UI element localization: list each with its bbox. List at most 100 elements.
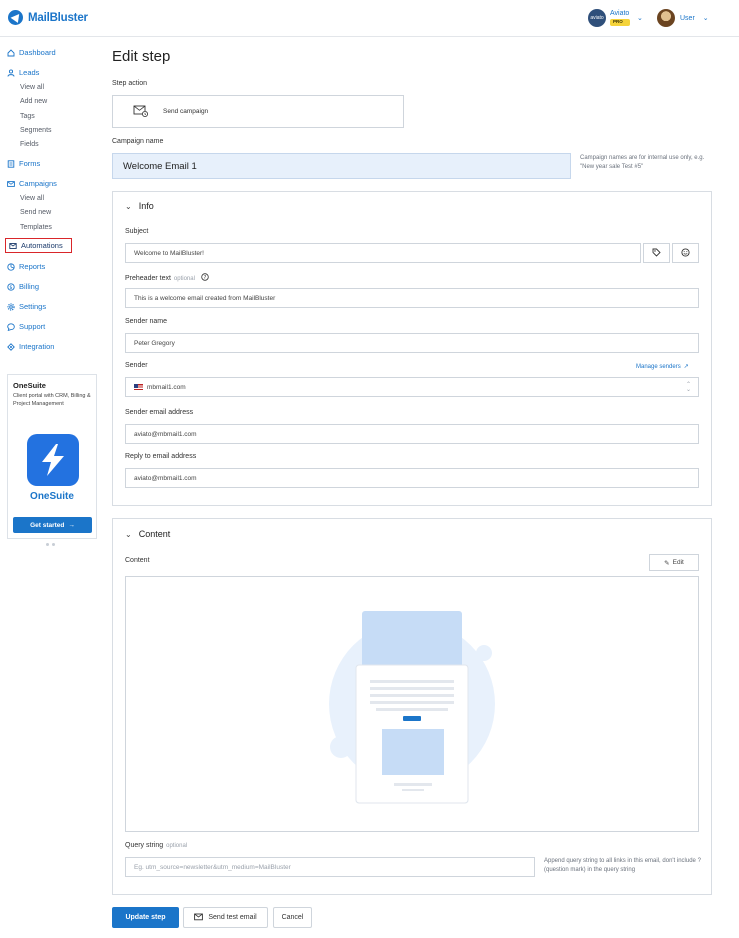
sidebar-item-forms[interactable]: Forms xyxy=(7,159,40,168)
account-switcher[interactable]: aviato Aviato PRO ⌄ xyxy=(588,9,643,27)
automation-icon xyxy=(9,242,17,250)
sidebar-subitem-templates[interactable]: Templates xyxy=(20,224,52,231)
preheader-label: Preheader text optional ? xyxy=(125,273,209,283)
page-title: Edit step xyxy=(112,48,171,65)
content-panel-header[interactable]: ⌄ Content xyxy=(125,529,170,539)
sidebar-item-dashboard[interactable]: Dashboard xyxy=(7,48,56,57)
pie-chart-icon xyxy=(7,262,15,271)
manage-senders-link[interactable]: Manage senders ↗ xyxy=(636,363,689,371)
sender-select-value: mbmail1.com xyxy=(147,383,186,391)
sidebar-item-automations[interactable]: Automations xyxy=(5,238,72,253)
preheader-input[interactable]: This is a welcome email created from Mai… xyxy=(125,288,699,308)
update-step-button[interactable]: Update step xyxy=(112,907,179,928)
send-test-email-button[interactable]: Send test email xyxy=(183,907,268,928)
sidebar-item-support[interactable]: Support xyxy=(7,322,45,331)
sidebar-item-label: Billing xyxy=(19,282,40,291)
onesuite-promo-card: OneSuite Client portal with CRM, Billing… xyxy=(7,374,97,539)
campaign-name-hint: Campaign names are for internal use only… xyxy=(580,155,705,170)
envelope-icon xyxy=(194,913,204,923)
user-menu[interactable]: User ⌄ xyxy=(657,9,709,27)
get-started-label: Get started xyxy=(30,521,65,529)
sidebar-item-settings[interactable]: Settings xyxy=(7,302,46,311)
pencil-icon: ✎ xyxy=(664,559,670,567)
campaign-name-input[interactable]: Welcome Email 1 xyxy=(112,153,571,179)
sidebar-item-leads[interactable]: Leads xyxy=(7,68,39,77)
svg-text:?: ? xyxy=(204,275,207,281)
content-label: Content xyxy=(125,557,150,564)
billing-icon: $ xyxy=(7,282,15,291)
gear-icon xyxy=(7,302,15,311)
svg-text:$: $ xyxy=(9,284,12,290)
query-string-hint: Append query string to all links in this… xyxy=(544,858,701,873)
smiley-icon xyxy=(681,247,690,259)
user-icon xyxy=(7,68,15,77)
lightning-icon xyxy=(27,434,79,486)
email-template-illustration xyxy=(329,611,495,804)
select-arrows-icon: ⌃ ⌄ xyxy=(685,382,691,393)
account-avatar: aviato xyxy=(588,9,606,27)
sidebar-item-reports[interactable]: Reports xyxy=(7,262,45,271)
help-icon[interactable]: ? xyxy=(201,273,209,283)
account-name: Aviato xyxy=(610,10,630,18)
sidebar-subitem-send-new[interactable]: Send new xyxy=(20,209,51,216)
sidebar-item-billing[interactable]: $ Billing xyxy=(7,282,39,291)
subject-label: Subject xyxy=(125,228,149,235)
sender-email-label: Sender email address xyxy=(125,409,194,416)
subject-input[interactable]: Welcome to MailBluster! xyxy=(125,243,641,263)
content-panel-title: Content xyxy=(138,529,171,539)
info-panel-header[interactable]: ⌄ Info xyxy=(125,201,154,211)
sender-select[interactable]: mbmail1.com ⌃ ⌄ xyxy=(125,377,699,397)
sidebar-subitem-view-all-campaigns[interactable]: View all xyxy=(20,195,44,202)
top-bar: MailBluster aviato Aviato PRO ⌄ User ⌄ xyxy=(0,0,739,37)
form-icon xyxy=(7,159,15,168)
sidebar-subitem-segments[interactable]: Segments xyxy=(20,127,52,134)
sidebar-item-label: Support xyxy=(19,322,46,331)
sidebar-item-label: Integration xyxy=(19,342,55,351)
carousel-dots[interactable] xyxy=(46,543,55,546)
chevron-down-icon: ⌄ xyxy=(125,529,132,539)
tag-icon xyxy=(652,248,661,259)
campaign-name-label: Campaign name xyxy=(112,138,164,145)
sidebar-subitem-view-all-leads[interactable]: View all xyxy=(20,84,44,91)
info-panel: ⌄ Info Subject Welcome to MailBluster! P… xyxy=(112,191,712,506)
promo-brand: OneSuite xyxy=(30,491,74,502)
sidebar-item-label: Settings xyxy=(19,302,47,311)
sender-name-input[interactable]: Peter Gregory xyxy=(125,333,699,353)
get-started-button[interactable]: Get started → xyxy=(13,517,92,533)
step-action-card[interactable]: Send campaign xyxy=(112,95,404,128)
home-icon xyxy=(7,48,15,57)
sidebar-item-label: Reports xyxy=(19,262,46,271)
sidebar-item-integration[interactable]: Integration xyxy=(7,342,54,351)
sidebar-item-label: Leads xyxy=(19,68,40,77)
logo[interactable]: MailBluster xyxy=(8,10,88,25)
user-name: User xyxy=(680,14,695,22)
integration-icon xyxy=(7,342,15,351)
envelope-icon xyxy=(7,180,15,188)
sender-email-input[interactable]: aviato@mbmail1.com xyxy=(125,424,699,444)
chat-bubble-icon xyxy=(7,322,15,331)
promo-title: OneSuite xyxy=(13,381,46,390)
emoji-button[interactable] xyxy=(672,243,699,263)
reply-to-label: Reply to email address xyxy=(125,453,197,460)
sidebar-item-label: Dashboard xyxy=(19,48,56,57)
logo-text: MailBluster xyxy=(28,11,88,24)
sender-label: Sender xyxy=(125,362,148,369)
sidebar-subitem-add-new[interactable]: Add new xyxy=(20,98,47,105)
reply-to-input[interactable]: aviato@mbmail1.com xyxy=(125,468,699,488)
arrow-right-icon: → xyxy=(68,521,75,529)
sidebar-subitem-fields[interactable]: Fields xyxy=(20,141,39,148)
avatar xyxy=(657,9,675,27)
edit-content-button[interactable]: ✎ Edit xyxy=(649,554,699,571)
sidebar-item-label: Automations xyxy=(21,241,63,250)
email-preview[interactable] xyxy=(125,576,699,832)
content-panel: ⌄ Content Content ✎ Edit Query string opt… xyxy=(112,518,712,895)
personalization-tag-button[interactable] xyxy=(643,243,670,263)
step-action-label: Step action xyxy=(112,80,148,87)
external-link-icon: ↗ xyxy=(683,364,689,370)
sidebar-item-campaigns[interactable]: Campaigns xyxy=(7,179,57,188)
cancel-button[interactable]: Cancel xyxy=(273,907,312,928)
sidebar-subitem-tags[interactable]: Tags xyxy=(20,113,35,120)
chevron-down-icon: ⌄ xyxy=(702,15,709,22)
query-string-input[interactable]: Eg. utm_source=newsletter&utm_medium=Mai… xyxy=(125,857,535,877)
chevron-down-icon: ⌄ xyxy=(125,201,132,211)
